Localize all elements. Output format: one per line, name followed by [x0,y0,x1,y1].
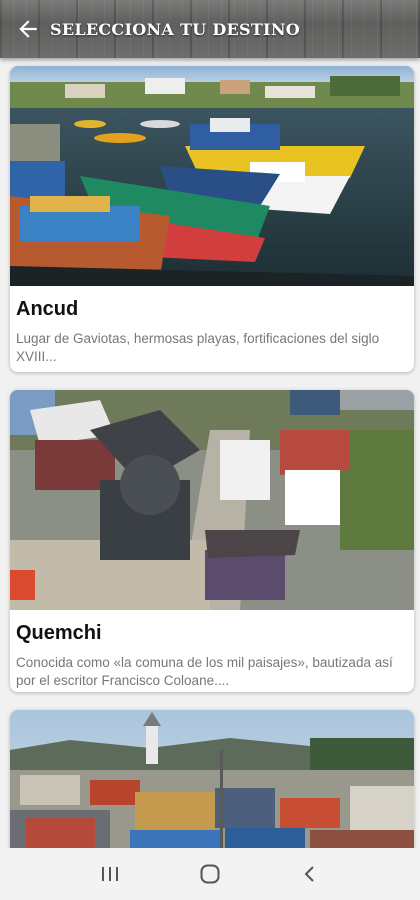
destination-description: Lugar de Gaviotas, hermosas playas, fort… [16,331,380,364]
destination-card-ancud[interactable]: Ancud Lugar de Gaviotas, hermosas playas… [10,66,414,372]
app-bar: SELECCIONA TU DESTINO [0,0,420,58]
system-back-button[interactable] [285,854,335,894]
arrow-left-icon [19,20,37,38]
destination-list[interactable]: Ancud Lugar de Gaviotas, hermosas playas… [0,58,420,848]
home-button[interactable] [185,854,235,894]
back-button[interactable] [6,7,50,51]
destination-name: Quemchi [16,622,102,644]
harbor-boats-photo [10,66,414,286]
destination-card-quemchi[interactable]: Quemchi Conocida como «la comuna de los … [10,390,414,692]
page-title: SELECCIONA TU DESTINO [50,19,301,39]
town-church-photo [10,710,414,848]
aerial-houses-photo [10,390,414,610]
destination-name: Ancud [16,298,79,320]
recent-apps-icon [102,867,118,881]
chevron-left-icon [304,866,314,882]
home-circle-icon [200,864,220,884]
system-navigation-bar [0,848,420,900]
destination-card-town[interactable] [10,710,414,848]
recent-apps-button[interactable] [85,854,135,894]
destination-description: Conocida como «la comuna de los mil pais… [16,655,393,688]
